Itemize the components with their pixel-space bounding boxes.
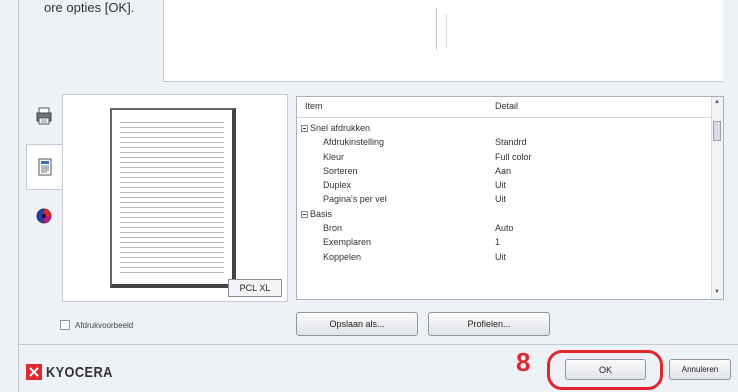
window-left-border (18, 0, 19, 392)
pdl-badge: PCL XL (228, 279, 282, 297)
table-cell-detail: Full color (495, 151, 532, 162)
print-preview-checkbox-row[interactable]: Afdrukvoorbeeld (60, 318, 133, 332)
kyocera-logo: KYOCERA (26, 362, 125, 382)
table-cell-item: Pagina's per vel (323, 194, 387, 205)
top-divider (436, 8, 437, 50)
print-preview-checkbox[interactable] (60, 320, 70, 330)
table-cell-detail: Aan (495, 165, 512, 176)
scroll-down-icon[interactable]: ▼ (713, 289, 721, 297)
step-callout-number: 8 (516, 347, 531, 377)
table-cell-detail: Uit (495, 194, 506, 205)
settings-tab-strip (26, 94, 63, 302)
column-header-item[interactable]: Item (305, 101, 323, 111)
kyocera-logo-mark (26, 364, 42, 380)
ok-button[interactable]: OK (565, 359, 646, 380)
top-panel (163, 0, 723, 82)
table-cell-detail: Uit (495, 251, 506, 262)
table-cell-item: Duplex (323, 180, 352, 191)
save-as-button[interactable]: Opslaan als... (296, 312, 418, 336)
table-header: Item Detail (297, 97, 713, 118)
instruction-text: ore opties [OK]. (44, 0, 135, 15)
page-preview (110, 108, 236, 288)
table-row[interactable]: Bron Auto (297, 221, 713, 235)
table-scrollbar[interactable]: ▲ ▼ (711, 97, 723, 299)
column-header-detail[interactable]: Detail (495, 101, 518, 111)
table-cell-item: Koppelen (323, 251, 362, 262)
table-cell-item: Afdrukinstelling (323, 137, 385, 148)
table-cell-item: Basis (310, 208, 333, 219)
table-row[interactable]: Sorteren Aan (297, 164, 713, 178)
tab-printer[interactable] (26, 94, 62, 138)
collapse-icon[interactable] (301, 210, 308, 218)
printer-icon (36, 107, 52, 125)
kyocera-logo-text: KYOCERA (46, 363, 113, 381)
table-group-row[interactable]: Snel afdrukken (297, 121, 713, 135)
page-preview-lines (120, 118, 224, 276)
tab-color[interactable] (26, 194, 62, 238)
table-cell-item: Sorteren (323, 165, 358, 176)
settings-table[interactable]: Item Detail Snel afdrukken Afdrukinstelli… (296, 96, 724, 300)
bottom-divider (19, 344, 738, 345)
table-row[interactable]: Koppelen Uit (297, 250, 713, 264)
table-row[interactable]: Exemplaren 1 (297, 235, 713, 249)
table-cell-detail: 1 (495, 237, 501, 248)
scroll-up-icon[interactable]: ▲ (713, 99, 721, 107)
scroll-thumb[interactable] (713, 121, 721, 141)
tab-document[interactable] (26, 144, 63, 190)
table-cell-detail: Auto (495, 223, 514, 234)
table-row[interactable]: Duplex Uit (297, 178, 713, 192)
print-preview-checkbox-label: Afdrukvoorbeeld (75, 320, 134, 330)
table-row[interactable]: Pagina's per vel Uit (297, 192, 713, 206)
table-group-row[interactable]: Basis (297, 207, 713, 221)
profiles-button[interactable]: Profielen... (428, 312, 550, 336)
table-cell-item: Kleur (323, 151, 345, 162)
table-cell-item: Snel afdrukken (310, 123, 371, 133)
top-divider-secondary (446, 14, 447, 48)
document-icon (38, 158, 52, 176)
table-cell-item: Bron (323, 223, 343, 234)
table-cell-item: Exemplaren (323, 237, 372, 248)
table-row[interactable]: Afdrukinstelling Standrd (297, 135, 713, 149)
collapse-icon[interactable] (301, 125, 308, 132)
color-icon (36, 208, 52, 224)
table-cell-detail: Standrd (495, 137, 527, 148)
table-cell-detail: Uit (495, 180, 506, 191)
table-row[interactable]: Kleur Full color (297, 150, 713, 164)
table-rows: Snel afdrukken Afdrukinstelling Standrd Kle… (297, 121, 713, 264)
cancel-button[interactable]: Annuleren (669, 359, 731, 380)
